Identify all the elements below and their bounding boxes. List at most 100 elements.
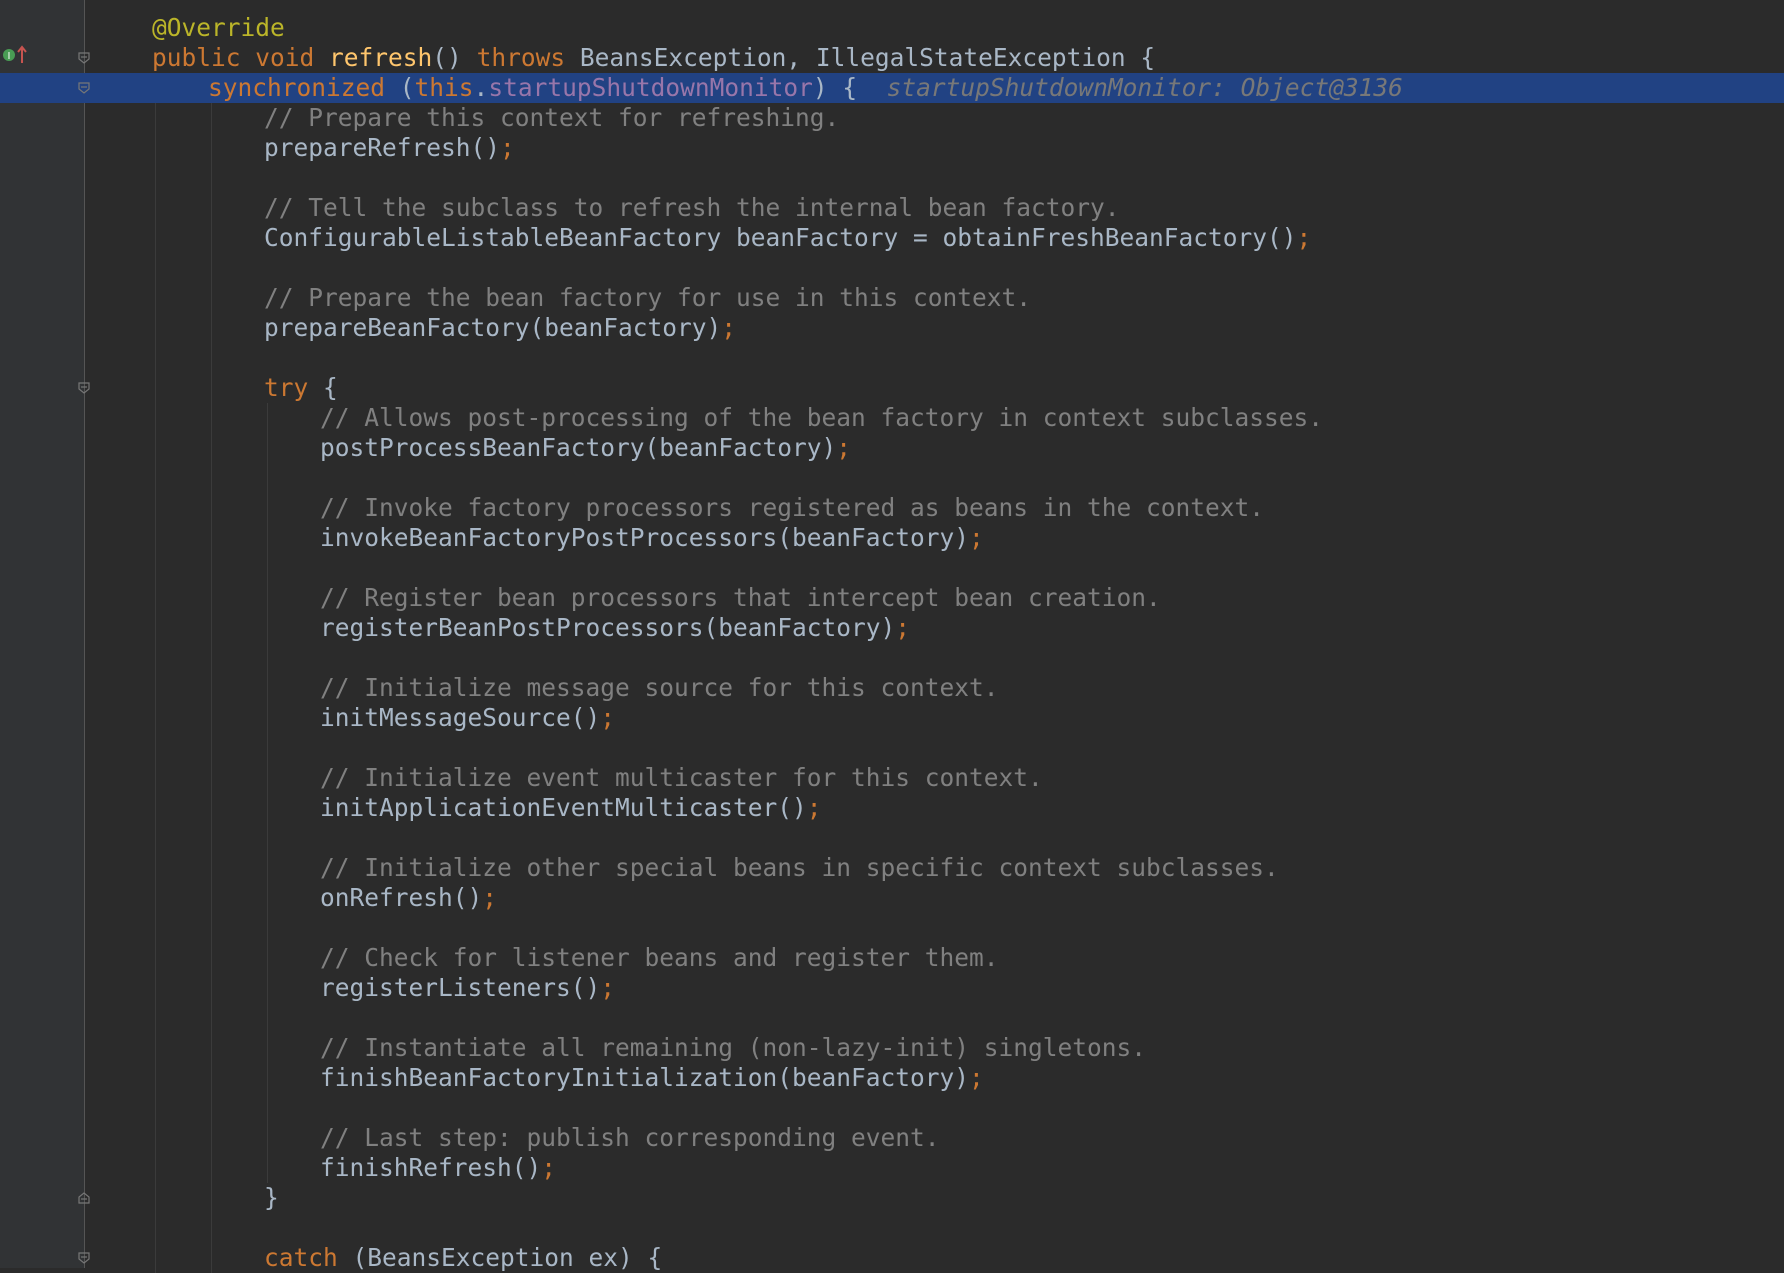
code-line[interactable]: @Override [0, 13, 1784, 43]
code-token: public [152, 43, 256, 72]
code-text: // Tell the subclass to refresh the inte… [264, 193, 1120, 223]
code-line[interactable]: // Invoke factory processors registered … [0, 493, 1784, 523]
code-line[interactable]: // Initialize other special beans in spe… [0, 853, 1784, 883]
code-text: // Check for listener beans and register… [320, 943, 999, 973]
code-token: // Check for listener beans and register… [320, 943, 999, 972]
code-line[interactable]: catch (BeansException ex) { [0, 1243, 1784, 1273]
code-token: ; [600, 703, 616, 732]
code-token: @Override [152, 13, 285, 42]
code-token: . [473, 73, 489, 102]
code-text: onRefresh(); [320, 883, 497, 913]
code-token: startupShutdownMonitor [488, 73, 813, 102]
code-line[interactable] [0, 1003, 1784, 1033]
code-line[interactable]: invokeBeanFactoryPostProcessors(beanFact… [0, 523, 1784, 553]
code-token: ; [969, 523, 984, 552]
code-text: registerListeners(); [320, 973, 615, 1003]
code-token: ; [600, 973, 616, 1002]
fold-marker-icon[interactable] [77, 51, 91, 65]
code-token: ; [500, 133, 515, 162]
code-line[interactable] [0, 343, 1784, 373]
code-line[interactable]: registerBeanPostProcessors(beanFactory); [0, 613, 1784, 643]
code-line[interactable] [0, 163, 1784, 193]
code-text: // Initialize other special beans in spe… [320, 853, 1279, 883]
code-text: registerBeanPostProcessors(beanFactory); [320, 613, 910, 643]
code-token: prepareRefresh() [264, 133, 501, 162]
code-text: // Invoke factory processors registered … [320, 493, 1264, 523]
code-token: // Prepare this context for refreshing. [264, 103, 840, 132]
code-line[interactable] [0, 1093, 1784, 1123]
code-line[interactable]: try { [0, 373, 1784, 403]
code-line[interactable] [0, 463, 1784, 493]
code-token: invokeBeanFactoryPostProcessors(beanFact… [320, 523, 970, 552]
code-token: registerListeners() [320, 973, 601, 1002]
code-token: // Initialize other special beans in spe… [320, 853, 1279, 882]
code-line[interactable]: // Instantiate all remaining (non-lazy-i… [0, 1033, 1784, 1063]
code-line[interactable]: initMessageSource(); [0, 703, 1784, 733]
code-token: refresh [329, 43, 433, 72]
code-token: } [264, 1183, 279, 1212]
code-line[interactable]: finishBeanFactoryInitialization(beanFact… [0, 1063, 1784, 1093]
fold-marker-icon[interactable] [77, 1191, 91, 1205]
code-line[interactable]: initApplicationEventMulticaster(); [0, 793, 1784, 823]
code-line[interactable] [0, 823, 1784, 853]
code-token: registerBeanPostProcessors(beanFactory) [320, 613, 896, 642]
code-token: // Allows post-processing of the bean fa… [320, 403, 1324, 432]
code-token: ; [482, 883, 498, 912]
code-text: // Instantiate all remaining (non-lazy-i… [320, 1033, 1146, 1063]
code-line[interactable]: finishRefresh(); [0, 1153, 1784, 1183]
code-text: try { [264, 373, 338, 403]
code-token: ; [721, 313, 737, 342]
code-line[interactable] [0, 733, 1784, 763]
code-text: // Last step: publish corresponding even… [320, 1123, 940, 1153]
code-line[interactable]: } [0, 1183, 1784, 1213]
code-text: @Override [152, 13, 285, 43]
code-line[interactable]: public void refresh() throws BeansExcept… [0, 43, 1784, 73]
fold-marker-icon[interactable] [77, 381, 91, 395]
code-text: synchronized (this.startupShutdownMonito… [208, 73, 1403, 103]
code-line[interactable] [0, 913, 1784, 943]
code-line[interactable]: // Check for listener beans and register… [0, 943, 1784, 973]
code-token: ; [806, 793, 822, 822]
fold-marker-icon[interactable] [77, 81, 91, 95]
execution-point-line[interactable]: synchronized (this.startupShutdownMonito… [0, 73, 1784, 103]
code-line[interactable] [0, 1213, 1784, 1243]
code-token: ; [969, 1063, 984, 1092]
code-line[interactable]: // Tell the subclass to refresh the inte… [0, 193, 1784, 223]
code-token: ConfigurableListableBeanFactory beanFact… [264, 223, 1297, 252]
code-line[interactable] [0, 253, 1784, 283]
code-line[interactable]: postProcessBeanFactory(beanFactory); [0, 433, 1784, 463]
code-token: ) { [812, 73, 858, 102]
code-token: this [414, 73, 474, 102]
code-line[interactable]: prepareRefresh(); [0, 133, 1784, 163]
code-line[interactable]: registerListeners(); [0, 973, 1784, 1003]
code-line[interactable]: // Prepare this context for refreshing. [0, 103, 1784, 133]
code-text: // Prepare the bean factory for use in t… [264, 283, 1031, 313]
code-token: ; [836, 433, 852, 462]
code-line[interactable]: prepareBeanFactory(beanFactory); [0, 313, 1784, 343]
fold-marker-icon[interactable] [77, 1251, 91, 1265]
code-line[interactable]: onRefresh(); [0, 883, 1784, 913]
code-line[interactable]: // Last step: publish corresponding even… [0, 1123, 1784, 1153]
code-line[interactable]: // Initialize event multicaster for this… [0, 763, 1784, 793]
code-text: prepareRefresh(); [264, 133, 515, 163]
code-text: } [264, 1183, 279, 1213]
code-token: try [264, 373, 324, 402]
code-token: // Tell the subclass to refresh the inte… [264, 193, 1120, 222]
code-text: finishRefresh(); [320, 1153, 556, 1183]
code-text: // Prepare this context for refreshing. [264, 103, 839, 133]
code-editor[interactable]: @Override public void refresh() throws Be… [0, 0, 1784, 1273]
debug-inline-value[interactable]: startupShutdownMonitor: Object@3136 [887, 73, 1403, 102]
code-token: { [323, 373, 338, 402]
code-line[interactable] [0, 643, 1784, 673]
code-line[interactable] [0, 553, 1784, 583]
code-token: ; [541, 1153, 557, 1182]
code-line[interactable]: // Allows post-processing of the bean fa… [0, 403, 1784, 433]
code-line[interactable]: // Prepare the bean factory for use in t… [0, 283, 1784, 313]
code-line[interactable]: ConfigurableListableBeanFactory beanFact… [0, 223, 1784, 253]
inlay-spacer [857, 73, 887, 102]
code-text: // Initialize message source for this co… [320, 673, 999, 703]
code-token: // Initialize message source for this co… [320, 673, 999, 702]
code-token: initMessageSource() [320, 703, 601, 732]
code-line[interactable]: // Initialize message source for this co… [0, 673, 1784, 703]
code-line[interactable]: // Register bean processors that interce… [0, 583, 1784, 613]
